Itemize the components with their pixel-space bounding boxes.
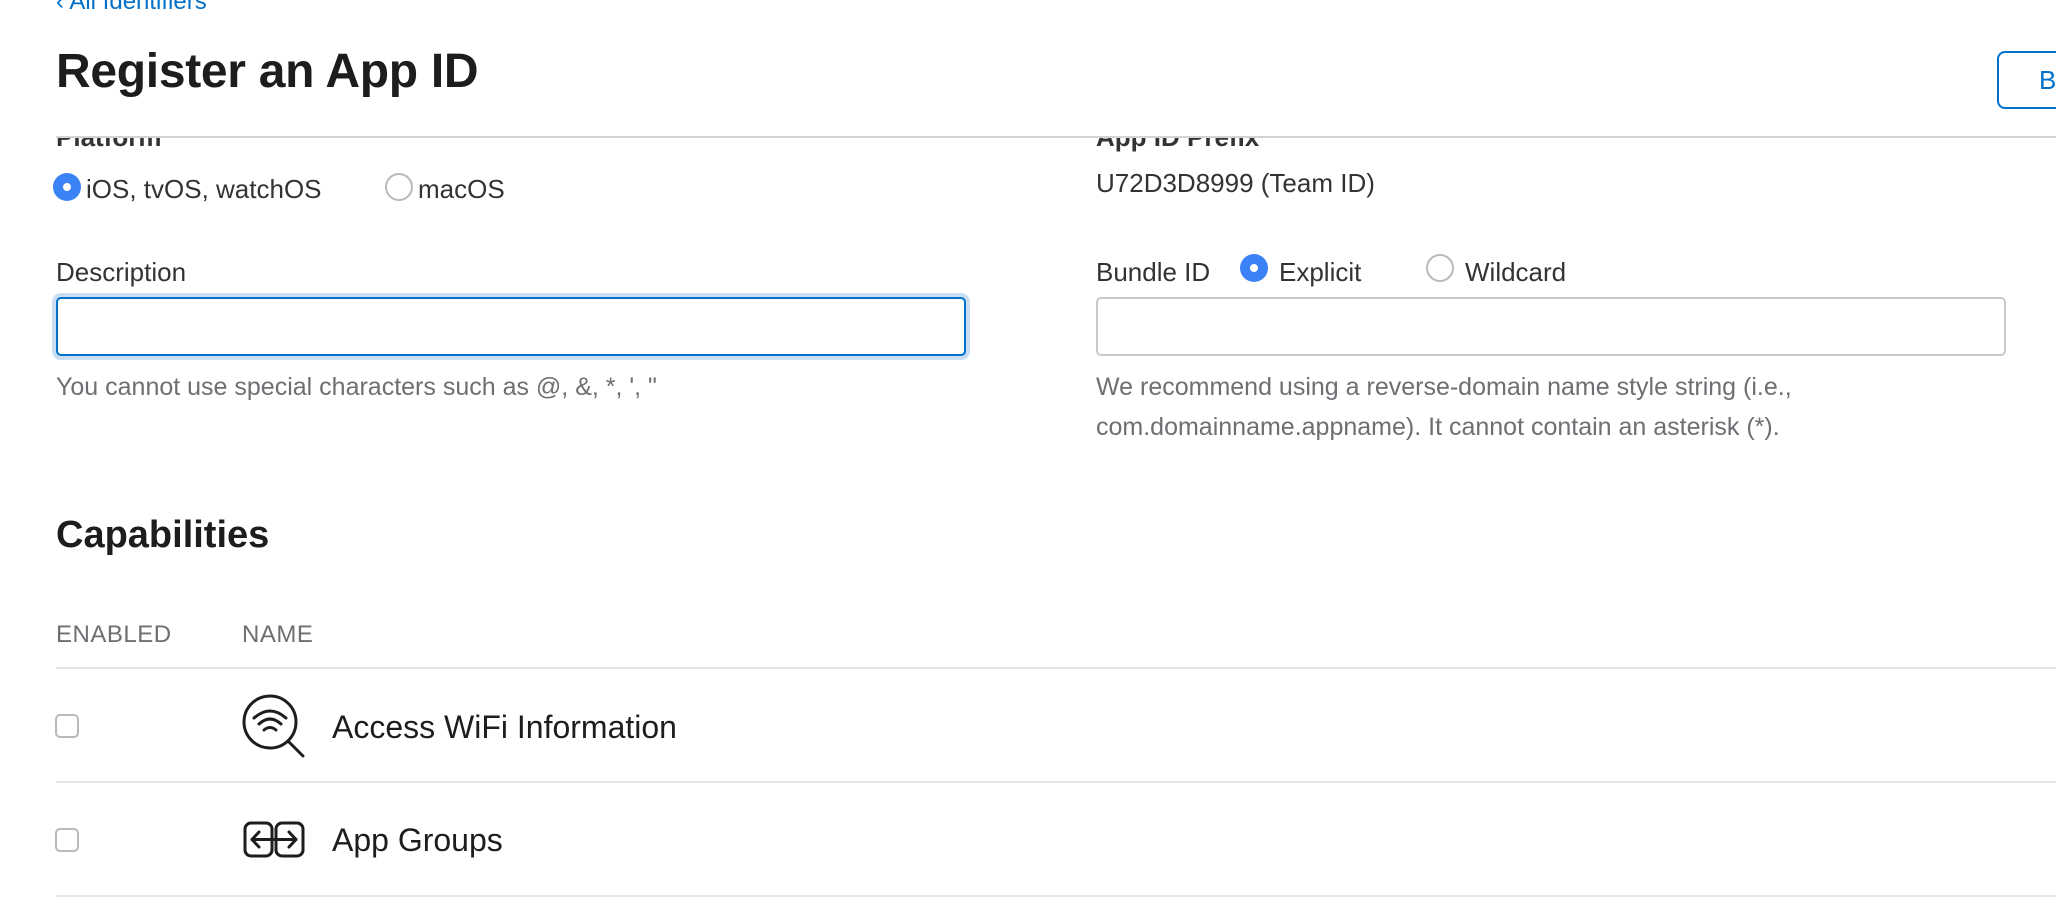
platform-macos-radio[interactable] xyxy=(385,173,413,201)
bundle-id-label: Bundle ID xyxy=(1096,257,1211,287)
all-identifiers-link[interactable]: ‹ All Identifiers xyxy=(56,0,207,16)
bundle-wildcard-label[interactable]: Wildcard xyxy=(1465,257,1566,288)
platform-label: Platform xyxy=(56,138,356,152)
wifi-search-icon xyxy=(240,692,306,763)
description-input[interactable] xyxy=(56,297,966,356)
table-row-divider xyxy=(56,895,2056,897)
app-groups-checkbox[interactable] xyxy=(55,828,79,852)
platform-macos-label[interactable]: macOS xyxy=(418,174,505,205)
bundle-id-helper-line2: com.domainname.appname). It cannot conta… xyxy=(1096,413,1780,441)
header-divider xyxy=(56,136,2056,138)
page-title: Register an App ID xyxy=(56,45,479,98)
table-header-divider xyxy=(56,667,2056,669)
access-wifi-name: Access WiFi Information xyxy=(332,709,677,745)
bundle-wildcard-radio[interactable] xyxy=(1426,254,1454,282)
bundle-explicit-radio[interactable] xyxy=(1240,254,1268,282)
app-groups-name: App Groups xyxy=(332,822,503,858)
name-column-header: NAME xyxy=(242,621,314,648)
description-helper: You cannot use special characters such a… xyxy=(56,373,657,401)
app-id-prefix-label: App ID Prefix xyxy=(1096,138,1396,152)
back-button[interactable]: Back xyxy=(1997,51,2056,109)
platform-ios-radio[interactable] xyxy=(53,173,81,201)
app-id-prefix-value: U72D3D8999 (Team ID) xyxy=(1096,168,1375,198)
bundle-id-helper-line1: We recommend using a reverse-domain name… xyxy=(1096,373,1792,401)
enabled-column-header: ENABLED xyxy=(56,621,172,648)
capabilities-title: Capabilities xyxy=(56,514,270,556)
table-row-divider xyxy=(56,781,2056,783)
platform-ios-label[interactable]: iOS, tvOS, watchOS xyxy=(86,174,322,205)
access-wifi-checkbox[interactable] xyxy=(55,714,79,738)
bundle-id-input[interactable] xyxy=(1096,297,2006,356)
app-groups-icon xyxy=(243,821,305,864)
bundle-explicit-label[interactable]: Explicit xyxy=(1279,257,1361,288)
description-label: Description xyxy=(56,257,187,287)
